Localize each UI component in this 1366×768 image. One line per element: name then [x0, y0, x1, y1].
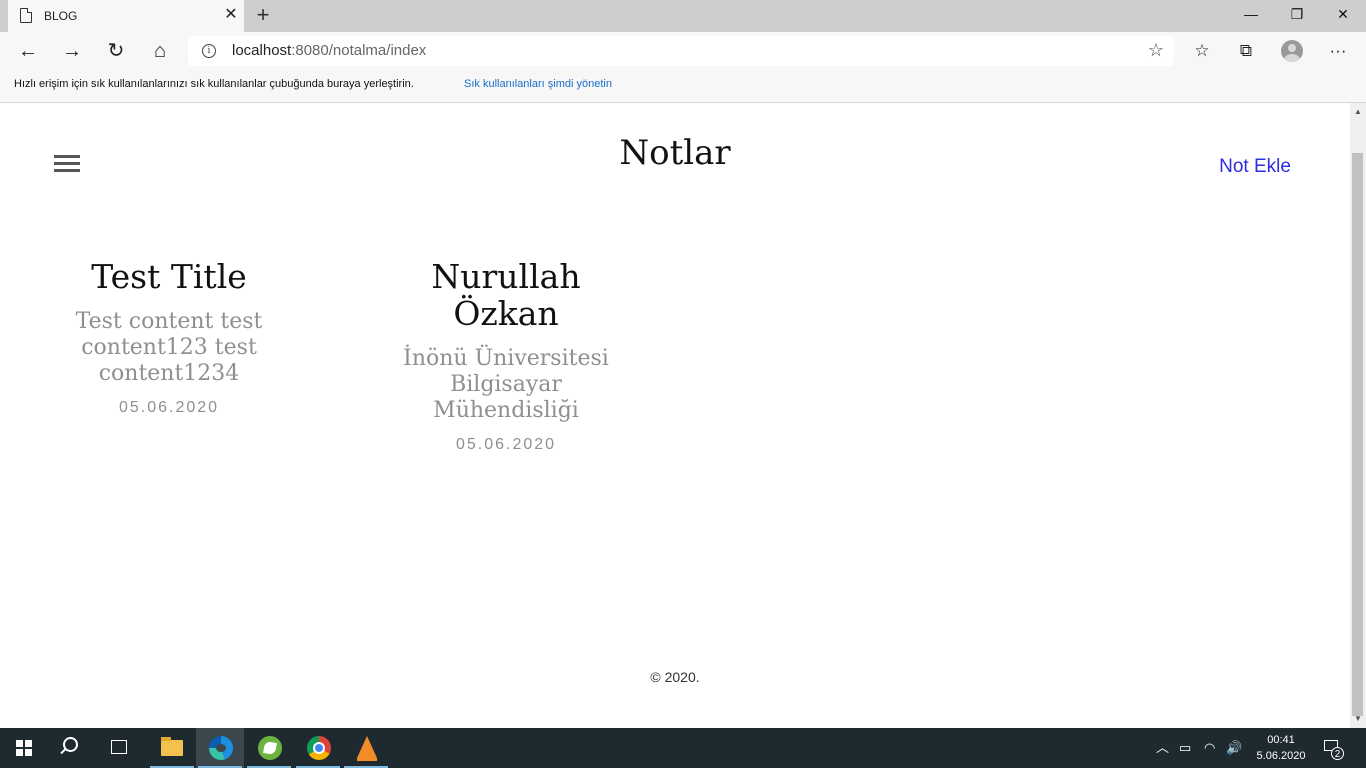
search-button[interactable]	[48, 728, 96, 768]
scrollbar-thumb[interactable]	[1352, 153, 1363, 716]
post-content: İnönü Üniversitesi Bilgisayar Mühendisli…	[403, 346, 609, 423]
windows-logo-icon	[16, 740, 32, 756]
close-tab-icon[interactable]: ✕	[222, 5, 240, 25]
folder-icon	[161, 737, 183, 756]
tab-title: BLOG	[44, 9, 78, 23]
manage-favorites-link[interactable]: Sık kullanılanları şimdi yönetin	[464, 78, 612, 90]
clock-date: 5.06.2020	[1256, 750, 1306, 762]
clock-time: 00:41	[1267, 734, 1295, 746]
more-options-icon[interactable]: ···	[1322, 35, 1354, 67]
chrome-icon	[307, 736, 331, 760]
notification-center-icon[interactable]: 2	[1322, 738, 1344, 760]
post-date: 05.06.2020	[118, 399, 220, 416]
close-window-button[interactable]: ✕	[1320, 0, 1366, 30]
start-button[interactable]	[0, 728, 48, 768]
show-hidden-icons-chevron-icon[interactable]: ︿	[1156, 740, 1169, 756]
favorites-bar-hint: Hızlı erişim için sık kullanılanlarınızı…	[14, 78, 414, 90]
scroll-up-arrow-icon[interactable]: ▲	[1354, 107, 1362, 116]
info-icon[interactable]: i	[202, 44, 216, 58]
restore-button[interactable]: ❐	[1274, 0, 1320, 30]
windows-taskbar: ︿ ▭ ◠ 🔊 00:41 5.06.2020 2	[0, 728, 1366, 768]
edge-button[interactable]	[196, 728, 244, 768]
browser-tab[interactable]: BLOG ✕	[8, 0, 244, 32]
post-card[interactable]: Nurullah Özkan İnönü Üniversitesi Bilgis…	[386, 258, 626, 454]
post-date: 05.06.2020	[455, 436, 557, 453]
refresh-icon[interactable]: ↻	[100, 35, 132, 67]
page-icon	[20, 8, 32, 23]
post-title[interactable]: Nurullah Özkan	[386, 258, 626, 332]
post-content: Test content test content123 test conten…	[75, 309, 263, 386]
new-tab-button[interactable]: +	[252, 3, 274, 27]
battery-icon[interactable]: ▭	[1179, 740, 1191, 756]
url-text[interactable]: localhost:8080/notalma/index	[232, 42, 426, 59]
browser-toolbar: ← → ↻ ⌂ i localhost:8080/notalma/index ☆…	[0, 32, 1366, 70]
vlc-cone-icon	[357, 736, 377, 761]
browser-titlebar: BLOG ✕ + — ❐ ✕	[0, 0, 1366, 32]
forward-arrow-icon[interactable]: →	[56, 35, 88, 67]
edge-icon	[209, 736, 233, 760]
page-title: Notlar	[619, 133, 731, 173]
scroll-down-arrow-icon[interactable]: ▼	[1354, 714, 1362, 723]
back-arrow-icon[interactable]: ←	[12, 35, 44, 67]
task-view-icon	[111, 740, 127, 754]
taskbar-clock[interactable]: 00:41 5.06.2020	[1254, 732, 1308, 764]
chrome-button[interactable]	[294, 728, 342, 768]
vlc-button[interactable]	[342, 728, 390, 768]
wifi-icon[interactable]: ◠	[1204, 740, 1215, 756]
post-card[interactable]: Test Title Test content test content123 …	[49, 258, 289, 417]
volume-icon[interactable]: 🔊	[1226, 740, 1242, 756]
home-icon[interactable]: ⌂	[144, 35, 176, 67]
spring-leaf-icon	[258, 736, 282, 760]
vertical-scrollbar[interactable]: ▲ ▼	[1350, 103, 1366, 728]
spring-tool-suite-button[interactable]	[245, 728, 293, 768]
add-note-link[interactable]: Not Ekle	[1210, 156, 1300, 178]
notification-count-badge: 2	[1331, 747, 1344, 760]
favorites-icon[interactable]: ☆	[1186, 35, 1218, 67]
file-explorer-button[interactable]	[148, 728, 196, 768]
hamburger-menu-icon[interactable]	[54, 155, 80, 173]
footer-copyright: © 2020.	[650, 669, 700, 685]
page-content: Notlar Not Ekle Test Title Test content …	[0, 103, 1350, 728]
address-bar[interactable]: i localhost:8080/notalma/index ☆	[188, 36, 1174, 66]
task-view-button[interactable]	[96, 728, 144, 768]
search-icon	[63, 737, 78, 752]
favorites-bar: Hızlı erişim için sık kullanılanlarınızı…	[0, 70, 1366, 103]
minimize-button[interactable]: —	[1228, 0, 1274, 30]
profile-avatar-icon[interactable]	[1281, 40, 1303, 62]
collections-icon[interactable]: ⧉	[1230, 35, 1262, 67]
add-favorite-star-icon[interactable]: ☆	[1148, 40, 1164, 61]
post-title[interactable]: Test Title	[49, 258, 289, 295]
